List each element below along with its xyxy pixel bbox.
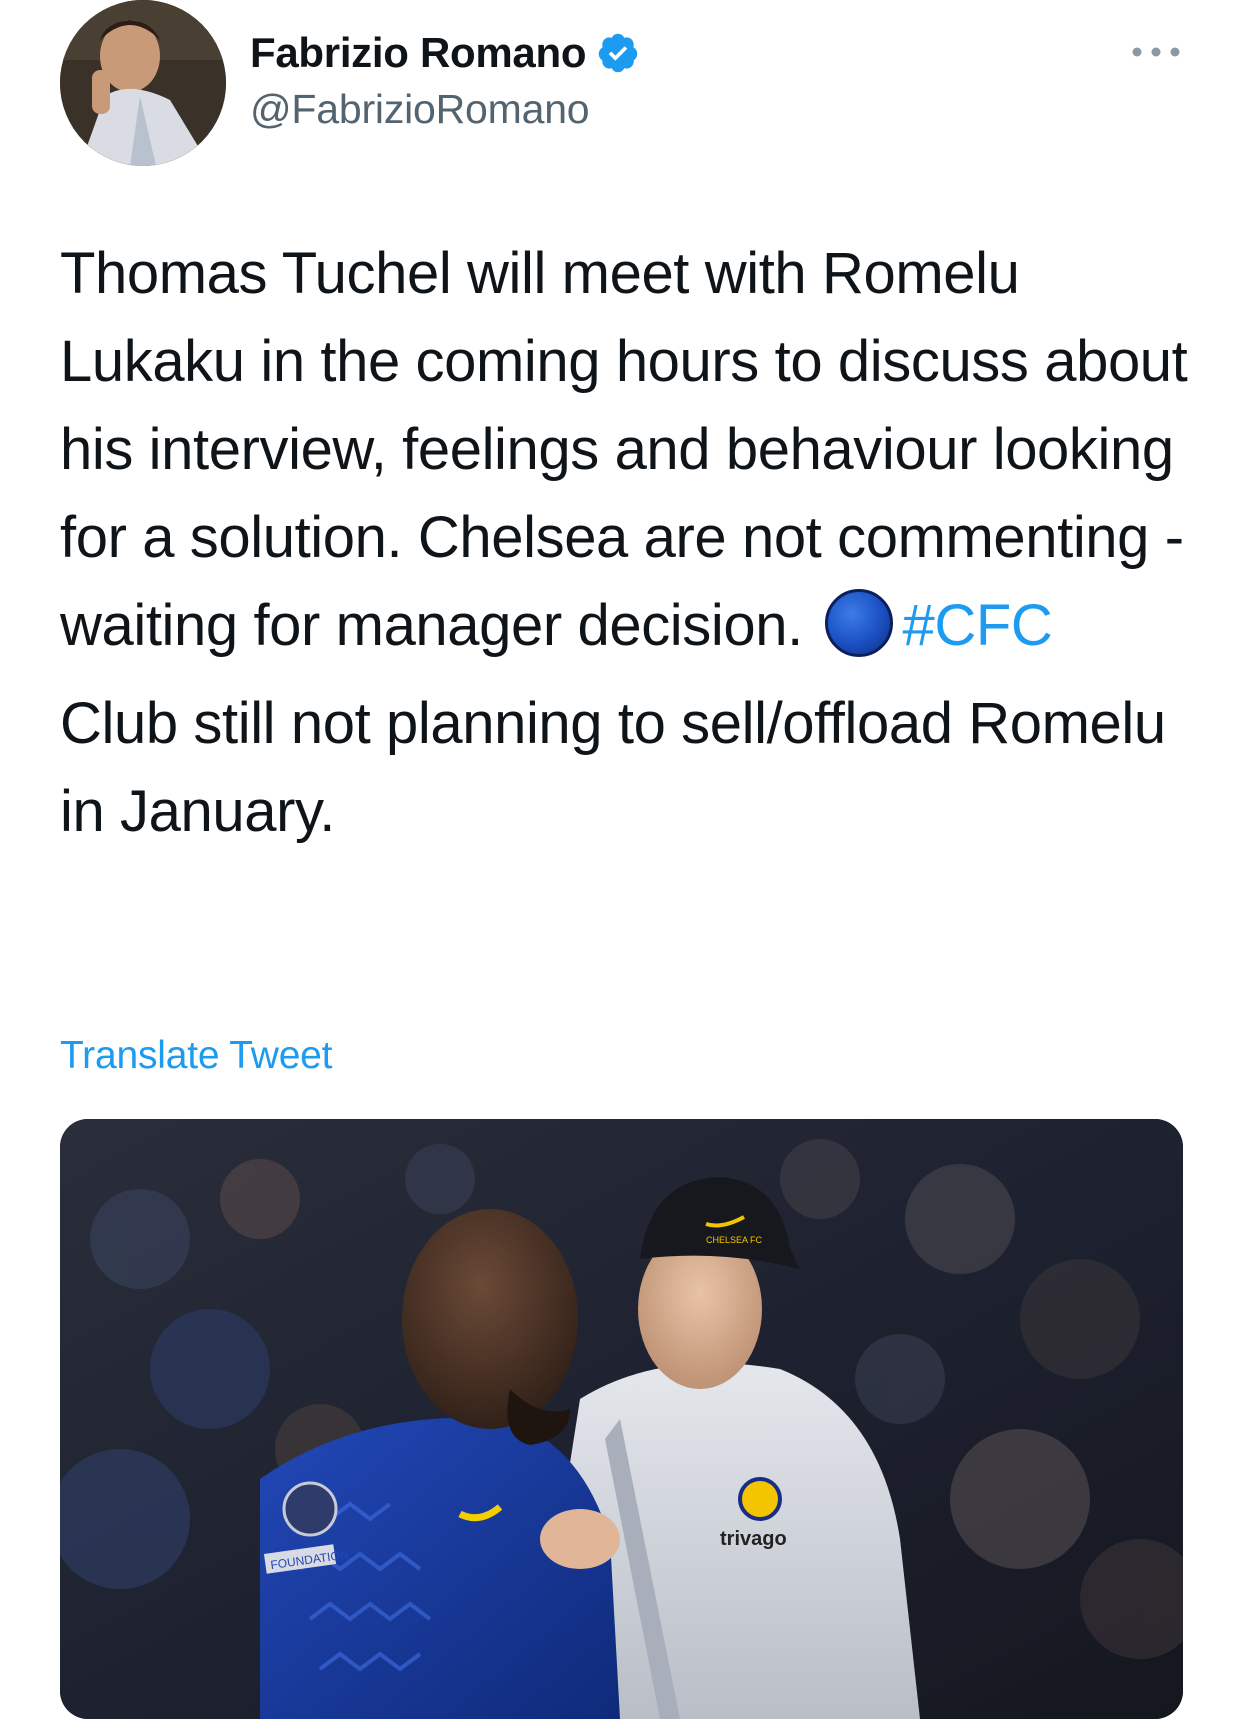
blue-circle-emoji: [824, 589, 893, 657]
translate-tweet-link[interactable]: Translate Tweet: [60, 1034, 333, 1078]
handle[interactable]: @FabrizioRomano: [250, 86, 640, 133]
hashtag-link[interactable]: #CFC: [903, 593, 1053, 658]
tweet-text: Thomas Tuchel will meet with Romelu Luka…: [60, 230, 1190, 856]
jacket-sponsor-text: trivago: [720, 1528, 787, 1550]
name-row: Fabrizio Romano: [250, 26, 640, 80]
media-photo: trivago CHELSEA FC FOUNDATION: [60, 1119, 1183, 1719]
avatar-photo: [60, 0, 226, 166]
cap-text: CHELSEA FC: [706, 1235, 763, 1245]
avatar[interactable]: [60, 0, 226, 166]
tweet-author: Fabrizio Romano @FabrizioRomano: [250, 26, 640, 133]
tweet-paragraph: Club still not planning to sell/offload …: [60, 691, 1166, 844]
tweet-media-image[interactable]: trivago CHELSEA FC FOUNDATION: [60, 1119, 1183, 1719]
more-options-icon[interactable]: [1128, 38, 1184, 66]
display-name[interactable]: Fabrizio Romano: [250, 29, 586, 77]
tweet-paragraph: Thomas Tuchel will meet with Romelu Luka…: [60, 230, 1190, 670]
verified-badge-icon: [596, 31, 640, 75]
